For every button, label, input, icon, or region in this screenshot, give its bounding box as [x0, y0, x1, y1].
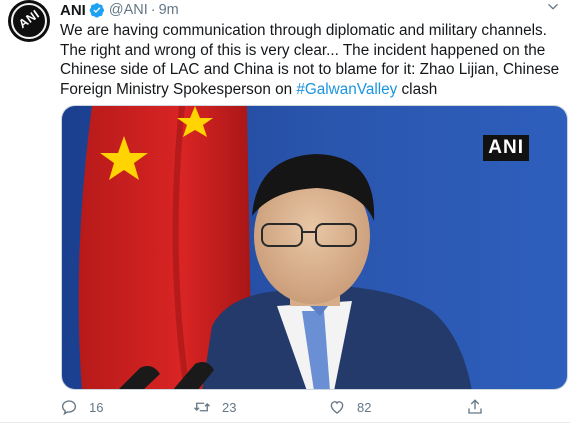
timestamp[interactable]: 9m	[159, 2, 179, 18]
tweet-actions: 16 23 82	[60, 398, 540, 420]
reply-button[interactable]: 16	[60, 398, 103, 416]
chevron-down-icon[interactable]	[546, 0, 560, 14]
retweet-icon	[194, 402, 210, 412]
tweet-header: ANI @ANI · 9m	[60, 1, 179, 19]
reply-count: 16	[89, 399, 104, 415]
tweet-card[interactable]: ANI ANI @ANI · 9m We are having communic…	[0, 0, 570, 423]
tweet-media-image[interactable]: ANI	[61, 105, 568, 390]
share-button[interactable]	[466, 398, 484, 416]
media-watermark: ANI	[483, 135, 529, 161]
retweet-button[interactable]: 23	[193, 398, 236, 416]
tweet-text-tail: clash	[397, 80, 438, 98]
retweet-count: 23	[222, 399, 237, 415]
author-name[interactable]: ANI	[60, 2, 86, 19]
like-count: 82	[357, 399, 372, 415]
verified-badge-icon	[89, 3, 104, 18]
avatar[interactable]: ANI	[8, 0, 50, 42]
heart-icon	[330, 401, 344, 414]
share-icon	[468, 399, 482, 414]
like-button[interactable]: 82	[328, 398, 371, 416]
reply-icon	[61, 400, 77, 416]
author-handle[interactable]: @ANI	[109, 2, 148, 18]
hashtag-link[interactable]: #GalwanValley	[296, 81, 397, 98]
separator-dot: ·	[150, 2, 156, 18]
tweet-text: We are having communication through dipl…	[60, 21, 565, 99]
